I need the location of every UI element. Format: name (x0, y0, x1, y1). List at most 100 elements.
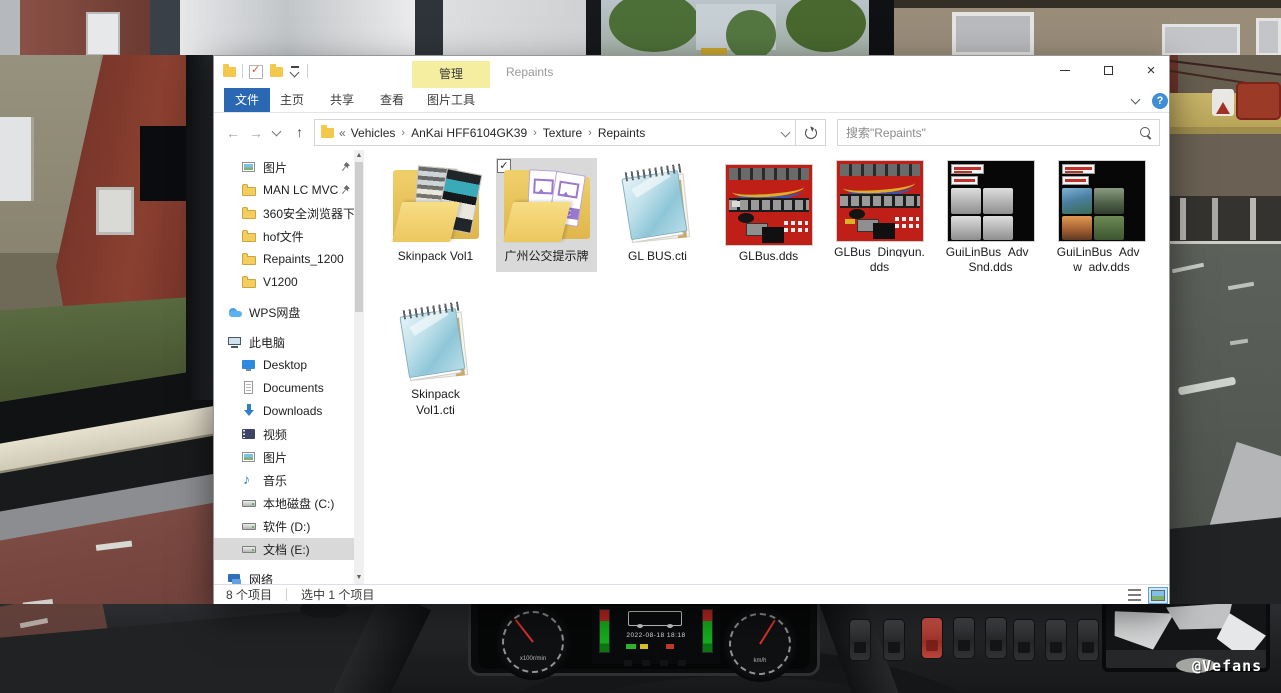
search-input[interactable] (846, 126, 1126, 140)
forward-button[interactable]: → (249, 126, 263, 140)
large-icons-view-icon (1151, 590, 1165, 601)
title-bar[interactable]: ✓ 管理 Repaints × (214, 56, 1169, 88)
large-icons-view-button[interactable] (1148, 587, 1168, 604)
bus-outline-icon (628, 611, 682, 626)
file-tile-skinpack-vol1-cti[interactable]: Skinpack Vol1.cti (380, 302, 491, 442)
tan-window3 (1256, 18, 1281, 56)
tile-box: GLBus.dds (718, 158, 819, 272)
scroll-down-icon[interactable]: ▼ (355, 574, 363, 582)
sidebar-item-drive-d[interactable]: 软件 (D:) (214, 515, 354, 537)
music-icon (241, 472, 257, 488)
file-tile-glbus-dingyun-dds[interactable]: GLBus_Dingyun. dds (824, 158, 935, 298)
tab-share[interactable]: 共享 (320, 88, 364, 112)
photo-panel (1062, 216, 1092, 240)
tab-picture-tools[interactable]: 图片工具 (412, 88, 490, 112)
tan-window1 (952, 12, 1034, 56)
sidebar-item-v1200[interactable]: V1200 (214, 271, 354, 293)
up-button[interactable]: ↑ (296, 125, 303, 139)
gauge-ticks (502, 611, 564, 673)
scrollbar-thumb[interactable] (355, 162, 363, 312)
image-glyph (533, 178, 554, 194)
sidebar-scrollbar[interactable]: ▲ ▼ (354, 150, 364, 584)
close-button[interactable]: × (1130, 56, 1172, 84)
sidebar-item-desktop[interactable]: Desktop (214, 354, 354, 376)
file-tile-gl-bus-cti[interactable]: GL BUS.cti (602, 158, 713, 298)
sidebar-item-downloads[interactable]: Downloads (214, 400, 354, 422)
address-bar[interactable]: « Vehicles › AnKai HFF6104GK39 › Texture… (314, 119, 796, 146)
sidebar-item-man-lc[interactable]: MAN LC MVC (214, 179, 354, 201)
help-button[interactable]: ? (1152, 93, 1168, 109)
breadcrumb-segment[interactable]: Repaints (598, 126, 645, 140)
sidebar-item-pictures[interactable]: 图片 (214, 446, 354, 468)
sidebar-item-music[interactable]: 音乐 (214, 469, 354, 491)
sidebar-item-this-pc[interactable]: 此电脑 (214, 331, 354, 353)
screen: x100r/min 2022-08-18 18:18 km/h (0, 0, 1281, 693)
file-tile-guilinbus-adv-w-adv-dds[interactable]: GuiLinBus_Adv_ w_adv.dds (1046, 158, 1157, 298)
hazard-switch (922, 618, 942, 658)
refresh-button[interactable] (795, 119, 826, 146)
notepad (623, 166, 693, 246)
tile-box-selected: ✓ PIC PIC (496, 158, 597, 272)
wall-white (443, 0, 590, 56)
breadcrumb-segment[interactable]: Texture (543, 126, 582, 140)
qat-properties-button[interactable]: ✓ (249, 65, 263, 79)
breadcrumb-segment[interactable]: Vehicles (351, 126, 396, 140)
file-tile-skinpack-vol1[interactable]: Skinpack Vol1 (380, 158, 491, 298)
rocker-switch (1014, 620, 1034, 660)
tan-near-window (0, 117, 34, 201)
address-dropdown-chevron-icon[interactable] (781, 128, 791, 138)
contextual-group-header[interactable]: 管理 (412, 61, 490, 88)
folder-front (503, 202, 571, 242)
photo-panel (1062, 188, 1092, 214)
sidebar-item-documents[interactable]: Documents (214, 377, 354, 399)
sidebar-item-pictures-pinned[interactable]: 图片 (214, 156, 354, 178)
tab-home[interactable]: 主页 (270, 88, 314, 112)
texture-thumb (1058, 160, 1146, 242)
navigation-pane: 图片 MAN LC MVC 360安全浏览器下 hof文件 Repaints_1… (214, 150, 371, 585)
qat-customize-button[interactable] (290, 66, 300, 78)
file-tile-glbus-dds[interactable]: GLBus.dds (713, 158, 824, 298)
tab-file[interactable]: 文件 (224, 88, 270, 112)
black-adv-photo-texture-thumbnail (1055, 160, 1149, 242)
sidebar-item-videos[interactable]: 视频 (214, 423, 354, 445)
sidebar-item-drive-e[interactable]: 文档 (E:) (214, 538, 354, 560)
help-glyph: ? (1157, 95, 1164, 107)
sidebar-item-360-downloads[interactable]: 360安全浏览器下 (214, 202, 354, 224)
scroll-up-icon[interactable]: ▲ (355, 152, 363, 160)
back-button[interactable]: ← (226, 126, 240, 140)
drive-icon (241, 541, 257, 557)
folder-icon (241, 205, 257, 221)
sidebar-item-wps-cloud[interactable]: WPS网盘 (214, 301, 354, 323)
sidebar-item-hof[interactable]: hof文件 (214, 225, 354, 247)
breadcrumb-collapse[interactable]: « (339, 126, 346, 140)
breadcrumb-segment[interactable]: AnKai HFF6104GK39 (411, 126, 527, 140)
sidebar-item-repaints-1200[interactable]: Repaints_1200 (214, 248, 354, 270)
sidebar-item-label: WPS网盘 (249, 304, 300, 321)
history-chevron-icon[interactable] (272, 127, 282, 137)
tile-box: Skinpack Vol1 (385, 158, 486, 272)
file-name: GuiLinBus_Adv_ (1052, 246, 1152, 257)
rocker-switch (986, 618, 1006, 658)
file-tile-gz-bus-signs[interactable]: ✓ PIC PIC (491, 158, 602, 298)
properties-check-icon: ✓ (249, 65, 263, 79)
tab-view[interactable]: 查看 (370, 88, 414, 112)
qat-new-folder-button[interactable] (270, 67, 283, 77)
maximize-button[interactable] (1087, 56, 1129, 84)
qat-folder-button[interactable] (223, 67, 236, 77)
details-view-button[interactable] (1126, 587, 1146, 604)
search-box[interactable] (837, 119, 1160, 146)
red-mark (954, 167, 981, 170)
minimize-button[interactable] (1044, 56, 1086, 84)
status-bar: 8 个项目 选中 1 个项目 (214, 584, 1169, 604)
ribbon-collapse-chevron-icon[interactable] (1131, 95, 1141, 105)
tex-black-box (873, 223, 895, 239)
frame-dark2 (869, 0, 894, 56)
tex-wheel (849, 209, 865, 219)
file-tile-guilinbus-adv-snd-dds[interactable]: GuiLinBus_Adv_ Snd.dds (935, 158, 1046, 298)
gray-panel (983, 188, 1013, 214)
sidebar-item-drive-c[interactable]: 本地磁盘 (C:) (214, 492, 354, 514)
level-bar-left (600, 610, 609, 652)
download-icon (241, 403, 257, 419)
cluster-button (624, 660, 632, 666)
document-icon (241, 380, 257, 396)
